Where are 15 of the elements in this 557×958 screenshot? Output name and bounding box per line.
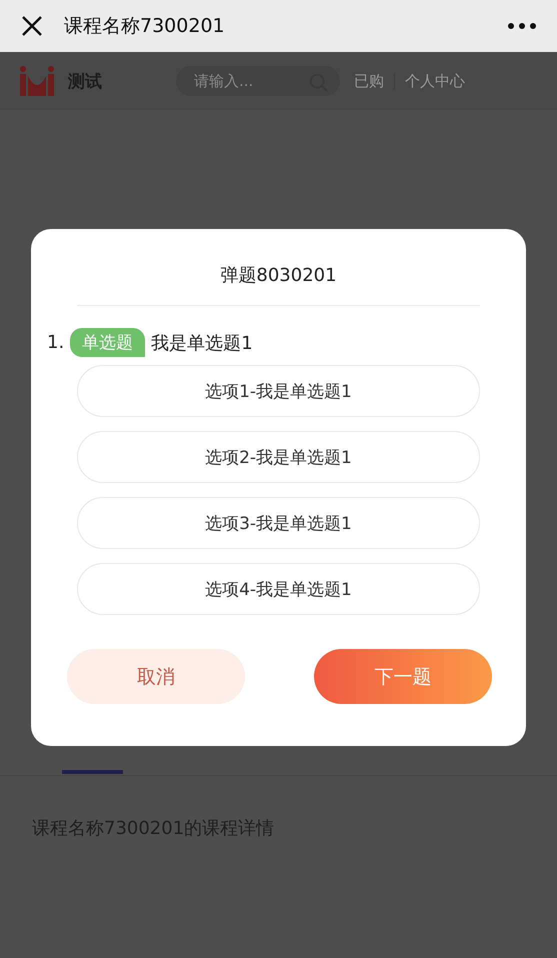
answer-option[interactable]: 选项3-我是单选题1 [77,497,480,549]
answer-option[interactable]: 选项4-我是单选题1 [77,563,480,615]
question-text: 我是单选题1 [151,332,253,354]
answer-option[interactable]: 选项1-我是单选题1 [77,365,480,417]
search-field[interactable]: 请输入... [176,66,340,96]
page-title: 课程名称7300201 [64,14,226,39]
close-icon[interactable] [20,14,44,38]
cancel-button[interactable]: 取消 [67,649,245,704]
more-icon[interactable] [507,22,537,30]
question-number: 1. [47,332,64,353]
tab-indicator [62,770,123,774]
dialog-title: 弹题8030201 [77,229,480,306]
answer-option[interactable]: 选项2-我是单选题1 [77,431,480,483]
logo-icon [20,66,54,96]
question-type-tag: 单选题 [70,328,146,357]
